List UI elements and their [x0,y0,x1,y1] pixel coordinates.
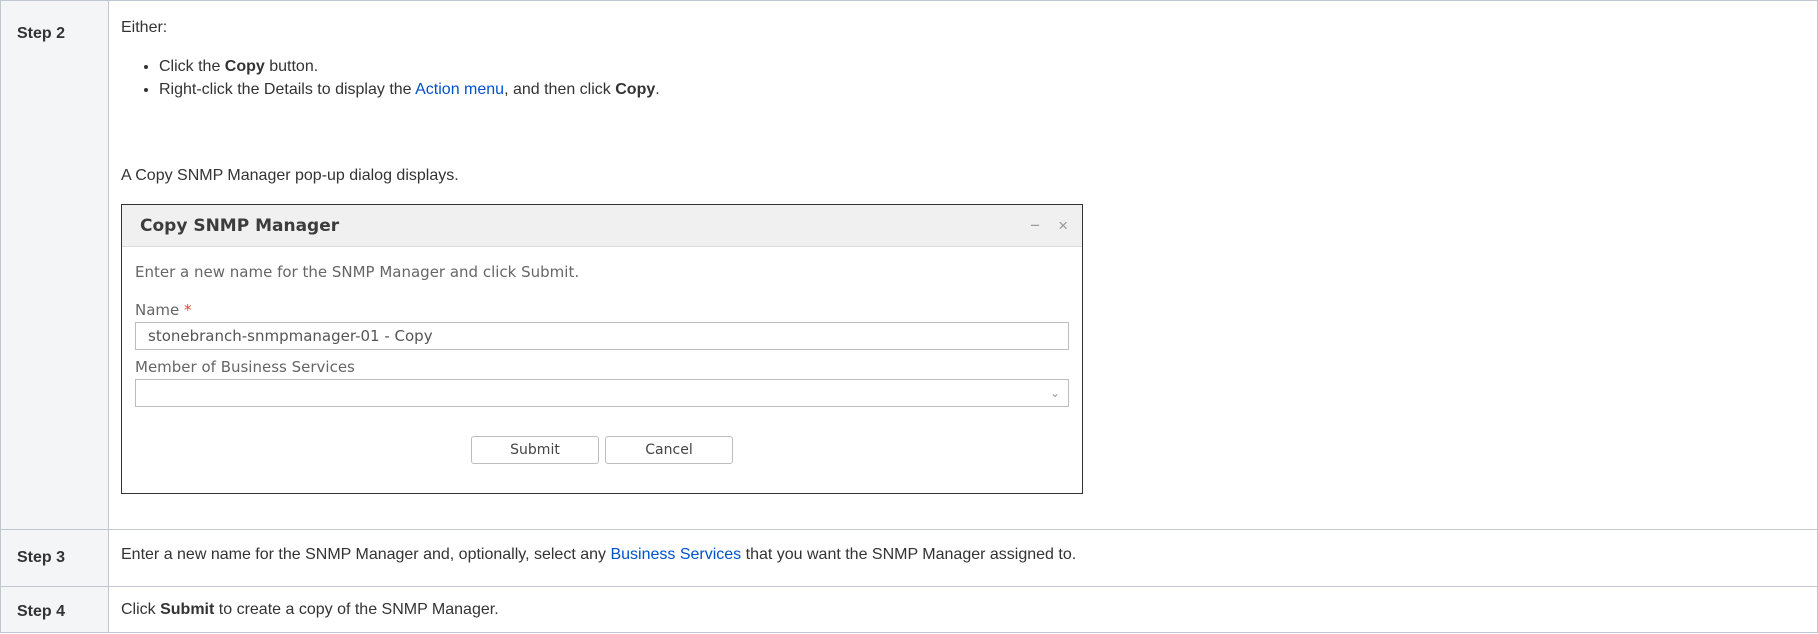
close-icon[interactable]: × [1058,216,1068,236]
list-item: Right-click the Details to display the A… [159,78,1817,101]
dialog-intro: A Copy SNMP Manager pop-up dialog displa… [121,167,459,184]
name-label: Name * [135,301,1069,321]
text: button. [264,58,319,75]
bullet-list: Click the Copy button. Right-click the D… [121,55,1817,101]
step-row-3: Step 3 Enter a new name for the SNMP Man… [0,529,1818,587]
bold-text: Copy [224,58,265,75]
step-text: Click Submit to create a copy of the SNM… [121,599,1817,621]
step-label: Step 4 [0,586,109,633]
step-body: Click Submit to create a copy of the SNM… [108,586,1818,633]
required-marker: * [184,301,192,319]
step-label: Step 2 [0,0,109,530]
step-body: Enter a new name for the SNMP Manager an… [108,529,1818,587]
list-item: Click the Copy button. [159,55,1817,78]
bold-text: Copy [615,81,656,98]
step-row-4: Step 4 Click Submit to create a copy of … [0,586,1818,633]
copy-snmp-manager-dialog: Copy SNMP Manager − × Enter a new name f… [121,204,1083,494]
name-label-text: Name [135,301,180,319]
step-body: Either: Click the Copy button. Right-cli… [108,0,1818,530]
business-services-link[interactable]: Business Services [610,546,741,563]
dialog-header: Copy SNMP Manager − × [122,205,1082,247]
dialog-buttons: Submit Cancel [135,436,1069,464]
step-label: Step 3 [0,529,109,587]
bold-text: Submit [160,601,215,618]
text: . [655,81,660,98]
name-input[interactable]: stonebranch-snmpmanager-01 - Copy [135,322,1069,350]
steps-table: Step 2 Either: Click the Copy button. Ri… [0,0,1818,633]
dialog-body: Enter a new name for the SNMP Manager an… [122,247,1082,464]
business-services-label: Member of Business Services [135,358,355,376]
cancel-button[interactable]: Cancel [605,436,733,464]
dialog-instruction: Enter a new name for the SNMP Manager an… [135,263,580,281]
chevron-down-icon: ⌄ [1049,386,1060,400]
text: Right-click the Details to display the [159,81,416,98]
step-text: Enter a new name for the SNMP Manager an… [121,544,1817,566]
text: , and then click [504,81,616,98]
text: to create a copy of the SNMP Manager. [214,601,499,618]
business-services-select[interactable]: ⌄ [135,379,1069,407]
text: that you want the SNMP Manager assigned … [741,546,1077,563]
dialog-title: Copy SNMP Manager [140,215,340,236]
minimize-icon[interactable]: − [1030,216,1040,236]
action-menu-link[interactable]: Action menu [415,81,504,98]
step-intro: Either: [121,19,168,36]
text: Click the [159,58,225,75]
text: Enter a new name for the SNMP Manager an… [121,546,611,563]
step-row-2: Step 2 Either: Click the Copy button. Ri… [0,0,1818,530]
text: Click [121,601,161,618]
submit-button[interactable]: Submit [471,436,599,464]
